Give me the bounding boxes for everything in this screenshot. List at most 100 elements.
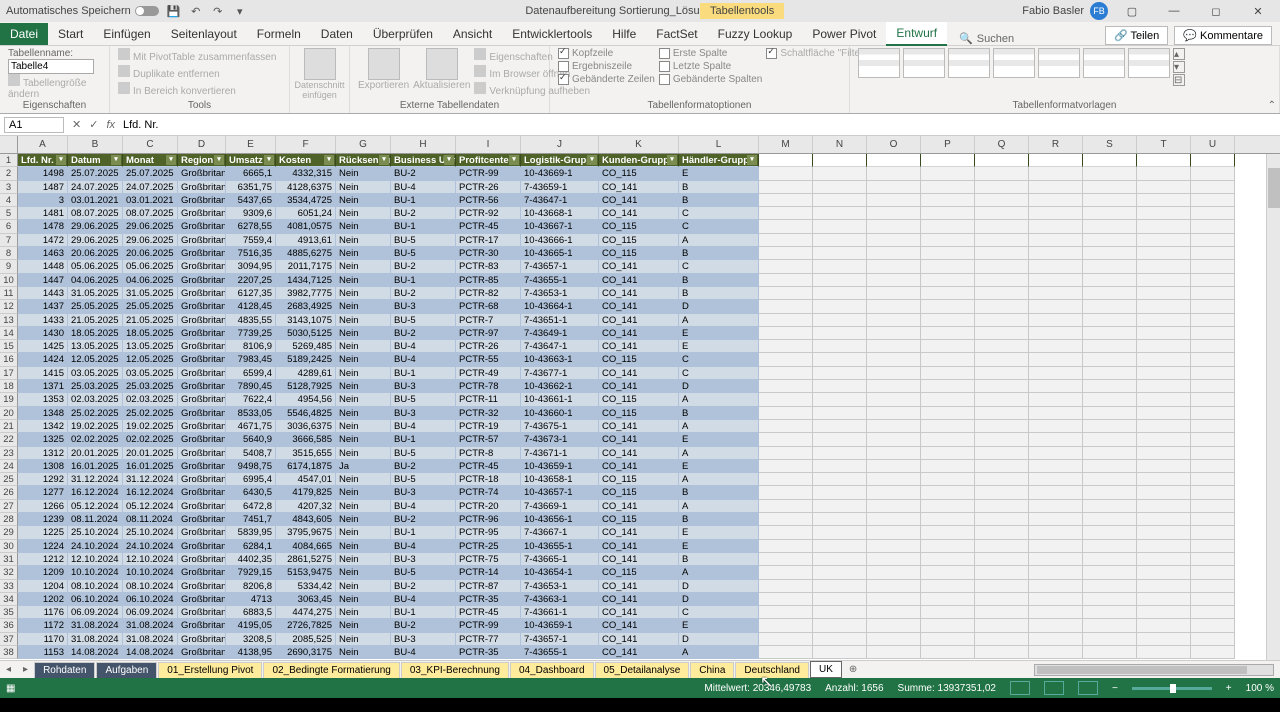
table-row[interactable]: 25129231.12.202431.12.2024Großbritanni69…	[0, 473, 1280, 486]
sheet-tab-01[interactable]: 01_Erstellung Pivot	[158, 662, 262, 678]
filter-dropdown-icon[interactable]: ▾	[56, 155, 66, 165]
table-row[interactable]: 35117606.09.202406.09.2024Großbritanni68…	[0, 606, 1280, 619]
close-icon[interactable]: ✕	[1240, 0, 1276, 22]
tab-powerpivot[interactable]: Power Pivot	[802, 23, 886, 45]
table-style-2[interactable]	[903, 48, 945, 78]
table-row[interactable]: 38115314.08.202414.08.2024Großbritanni41…	[0, 646, 1280, 659]
vertical-scrollbar[interactable]	[1266, 154, 1280, 660]
horizontal-scrollbar[interactable]	[1034, 664, 1274, 676]
table-row[interactable]: 36117231.08.202431.08.2024Großbritanni41…	[0, 619, 1280, 632]
table-row[interactable]: 12143725.05.202525.05.2025Großbritanni41…	[0, 300, 1280, 313]
cancel-formula-icon[interactable]: ✕	[68, 118, 85, 131]
styles-more[interactable]: ⊟	[1173, 74, 1185, 86]
table-row[interactable]: 37117031.08.202431.08.2024Großbritanni32…	[0, 633, 1280, 646]
save-icon[interactable]: 💾	[167, 4, 181, 18]
filter-dropdown-icon[interactable]: ▾	[111, 155, 121, 165]
convert-range[interactable]: In Bereich konvertieren	[118, 82, 281, 97]
qat-dropdown-icon[interactable]: ▾	[233, 4, 247, 18]
opt-last-col[interactable]: Letzte Spalte	[659, 61, 763, 72]
tab-entwurf[interactable]: Entwurf	[886, 22, 947, 46]
tab-fuzzylookup[interactable]: Fuzzy Lookup	[708, 23, 803, 45]
name-box[interactable]	[4, 117, 64, 133]
table-row[interactable]: 23131220.01.202520.01.2025Großbritanni54…	[0, 447, 1280, 460]
sheet-tab-05[interactable]: 05_Detailanalyse	[595, 662, 690, 678]
share-button[interactable]: 🔗 Teilen	[1105, 26, 1168, 45]
table-row[interactable]: 15142513.05.202513.05.2025Großbritanni81…	[0, 340, 1280, 353]
tab-daten[interactable]: Daten	[311, 23, 363, 45]
col-header[interactable]: Profitcenter▾	[456, 154, 521, 167]
opt-banded-cols[interactable]: Gebänderte Spalten	[659, 74, 763, 85]
tab-datei[interactable]: Datei	[0, 23, 48, 45]
filter-dropdown-icon[interactable]: ▾	[587, 155, 597, 165]
ribbon-display-icon[interactable]: ▢	[1114, 0, 1150, 22]
col-header[interactable]: Kunden-Gruppe▾	[599, 154, 679, 167]
table-header-row[interactable]: 1Lfd. Nr.▾Datum▾Monat▾Region▾Umsatz▾Kost…	[0, 154, 1280, 167]
tab-einfuegen[interactable]: Einfügen	[93, 23, 160, 45]
insert-slicer-button[interactable]: Datenschnitt einfügen	[294, 80, 344, 100]
zoom-slider[interactable]	[1132, 687, 1212, 690]
table-row[interactable]: 8146320.06.202520.06.2025Großbritanni751…	[0, 247, 1280, 260]
fx-icon[interactable]: fx	[102, 119, 119, 131]
col-header[interactable]: Lfd. Nr.▾	[18, 154, 68, 167]
opt-header-row[interactable]: Kopfzeile	[558, 48, 655, 59]
zoom-level[interactable]: 100 %	[1246, 683, 1274, 694]
col-header[interactable]: Händler-Gruppe▾	[679, 154, 759, 167]
table-row[interactable]: 34120206.10.202406.10.2024Großbritanni47…	[0, 593, 1280, 606]
table-style-7[interactable]	[1128, 48, 1170, 78]
tab-ansicht[interactable]: Ansicht	[443, 23, 502, 45]
user-avatar[interactable]: FB	[1090, 2, 1108, 20]
table-row[interactable]: 10144704.06.202504.06.2025Großbritanni22…	[0, 274, 1280, 287]
tab-entwicklertools[interactable]: Entwicklertools	[502, 23, 602, 45]
table-row[interactable]: 6147829.06.202529.06.2025Großbritanni627…	[0, 220, 1280, 233]
tab-factset[interactable]: FactSet	[646, 23, 707, 45]
view-pagebreak-icon[interactable]	[1078, 681, 1098, 695]
summarize-pivot[interactable]: Mit PivotTable zusammenfassen	[118, 48, 281, 63]
table-style-1[interactable]	[858, 48, 900, 78]
select-all-corner[interactable]	[0, 136, 18, 153]
sheet-tab-deutschland[interactable]: Deutschland	[735, 662, 809, 678]
tell-me-search[interactable]: 🔍 Suchen	[959, 32, 1014, 45]
table-row[interactable]: 32120910.10.202410.10.2024Großbritanni79…	[0, 566, 1280, 579]
undo-icon[interactable]: ↶	[189, 4, 203, 18]
remove-duplicates[interactable]: Duplikate entfernen	[118, 65, 281, 80]
opt-first-col[interactable]: Erste Spalte	[659, 48, 763, 59]
enter-formula-icon[interactable]: ✓	[85, 118, 102, 131]
tab-formeln[interactable]: Formeln	[247, 23, 311, 45]
sheet-tab-03[interactable]: 03_KPI-Berechnung	[401, 662, 509, 678]
zoom-in-icon[interactable]: +	[1226, 683, 1232, 694]
tab-seitenlayout[interactable]: Seitenlayout	[161, 23, 247, 45]
table-row[interactable]: 24130816.01.202516.01.2025Großbritanni94…	[0, 460, 1280, 473]
table-row[interactable]: 21134219.02.202519.02.2025Großbritanni46…	[0, 420, 1280, 433]
zoom-out-icon[interactable]: −	[1112, 683, 1118, 694]
formula-input[interactable]: Lfd. Nr.	[119, 118, 1280, 132]
user-name[interactable]: Fabio Basler	[1022, 5, 1084, 17]
sheet-tab-rohdaten[interactable]: Rohdaten	[34, 662, 95, 678]
tab-hilfe[interactable]: Hilfe	[602, 23, 646, 45]
resize-table-button[interactable]: Tabellengröße ändern	[8, 74, 101, 100]
table-row[interactable]: 27126605.12.202405.12.2024Großbritanni64…	[0, 500, 1280, 513]
filter-dropdown-icon[interactable]: ▾	[379, 155, 389, 165]
sheet-tab-02[interactable]: 02_Bedingte Formatierung	[263, 662, 399, 678]
table-row[interactable]: 31121212.10.202412.10.2024Großbritanni44…	[0, 553, 1280, 566]
table-row[interactable]: 11144331.05.202531.05.2025Großbritanni61…	[0, 287, 1280, 300]
table-row[interactable]: 33120408.10.202408.10.2024Großbritanni82…	[0, 580, 1280, 593]
col-header[interactable]: Rücksendung▾	[336, 154, 391, 167]
table-style-3[interactable]	[948, 48, 990, 78]
table-style-5[interactable]	[1038, 48, 1080, 78]
table-row[interactable]: 2149825.07.202525.07.2025Großbritanni666…	[0, 167, 1280, 180]
opt-banded-rows[interactable]: Gebänderte Zeilen	[558, 74, 655, 85]
opt-total-row[interactable]: Ergebniszeile	[558, 61, 655, 72]
table-row[interactable]: 13143321.05.202521.05.2025Großbritanni48…	[0, 314, 1280, 327]
table-row[interactable]: 9144805.06.202505.06.2025Großbritanni309…	[0, 260, 1280, 273]
sheet-tab-china[interactable]: China	[690, 662, 734, 678]
filter-dropdown-icon[interactable]: ▾	[444, 155, 454, 165]
filter-dropdown-icon[interactable]: ▾	[667, 155, 677, 165]
col-header[interactable]: Business Unit▾	[391, 154, 456, 167]
table-row[interactable]: 5148108.07.202508.07.2025Großbritanni930…	[0, 207, 1280, 220]
table-row[interactable]: 28123908.11.202408.11.2024Großbritanni74…	[0, 513, 1280, 526]
refresh-button[interactable]: Aktualisieren	[413, 80, 470, 91]
sheet-tab-editing[interactable]: UK	[810, 661, 842, 678]
sheet-nav-prev[interactable]: ◂	[0, 664, 17, 675]
column-headers[interactable]: A B C D E F G H I J K L M N O P Q R S T …	[0, 136, 1280, 154]
styles-scroll-up[interactable]: ▴	[1173, 48, 1185, 60]
